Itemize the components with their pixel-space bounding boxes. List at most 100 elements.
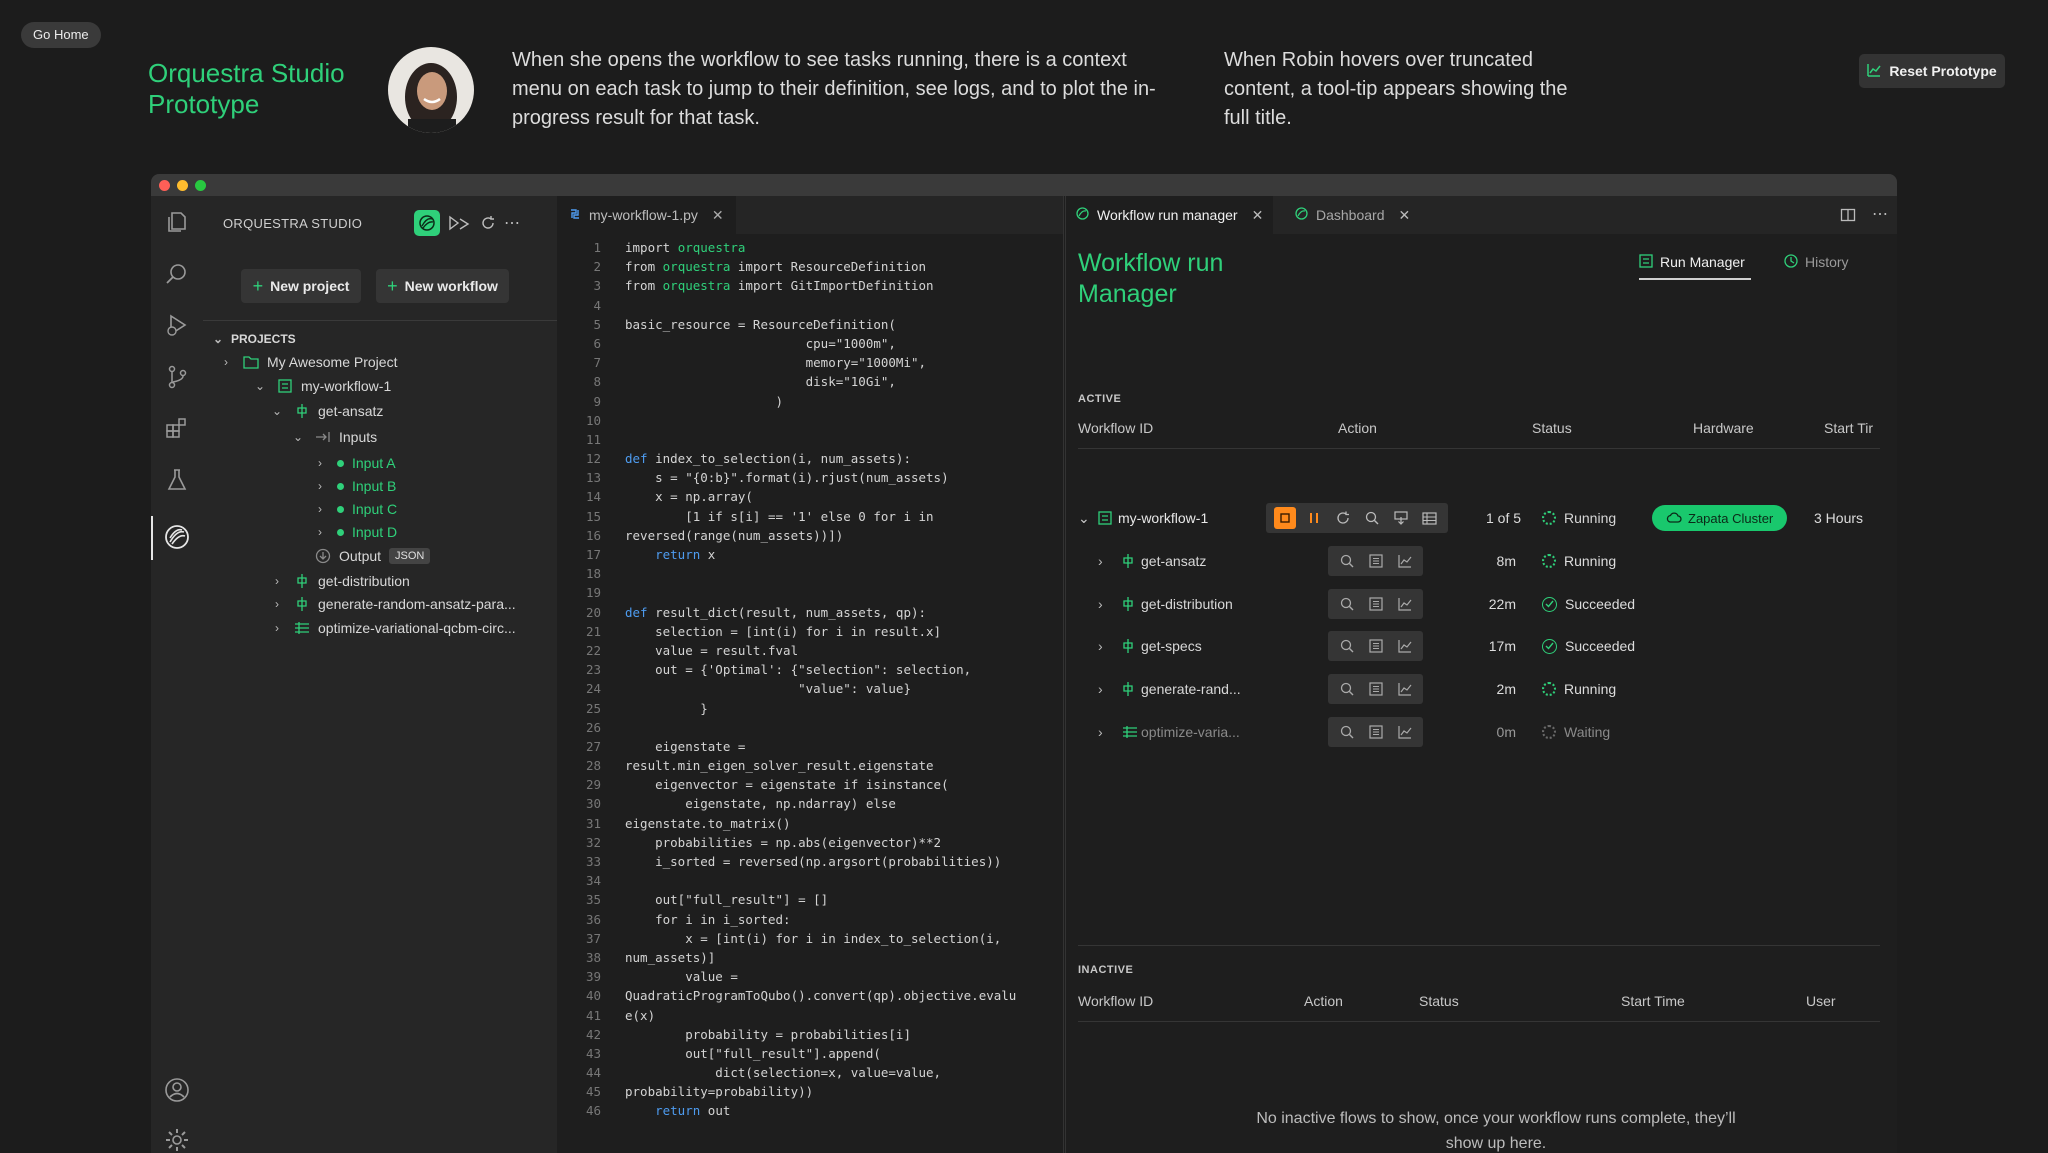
maximize-window-icon[interactable] <box>195 180 206 191</box>
code-line: 43 out["full_result"].append( <box>557 1044 1063 1063</box>
json-badge[interactable]: JSON <box>389 548 431 564</box>
workflow-run-name: my-workflow-1 <box>1118 510 1209 526</box>
tree-input-a[interactable]: › Input A <box>313 452 396 474</box>
chevron-right-icon: › <box>275 621 279 635</box>
orquestra-icon[interactable] <box>163 523 191 551</box>
line-number: 20 <box>585 604 601 620</box>
orquestra-tab-icon <box>1295 207 1308 223</box>
new-workflow-button[interactable]: + New workflow <box>376 269 509 303</box>
code-line: 14 x = np.array( <box>557 487 1063 506</box>
tree-inputs[interactable]: ⌄ Inputs <box>291 426 377 448</box>
code-line: 2 from orquestra import ResourceDefinitio… <box>557 257 1063 276</box>
python-file-icon <box>569 207 581 223</box>
active-tab-underline <box>1639 278 1751 280</box>
line-text: out["full_result"].append( <box>625 1045 881 1061</box>
line-number: 8 <box>593 374 601 390</box>
task-run-row[interactable]: › generate-rand... 2m Running <box>1066 669 1897 709</box>
workflow-run-row[interactable]: ⌄ my-workflow-1 1 of 5 Running Zapata Cl… <box>1066 498 1897 538</box>
task-run-row[interactable]: › optimize-varia... 0m Waiting <box>1066 712 1897 752</box>
line-text: QuadraticProgramToQubo().convert(qp).obj… <box>625 988 1017 1004</box>
hardware-badge[interactable]: Zapata Cluster <box>1652 505 1788 531</box>
line-number: 35 <box>585 892 601 908</box>
task-duration: 2m <box>1496 681 1516 697</box>
close-tab-icon[interactable]: ✕ <box>1252 207 1264 224</box>
tab-workflow-run-manager[interactable]: Workflow run manager ✕ <box>1066 196 1274 234</box>
task-run-row[interactable]: › get-distribution 22m Succeeded <box>1066 584 1897 624</box>
code-line: 32 probabilities = np.abs(eigenvector)**… <box>557 833 1063 852</box>
more-actions-icon[interactable]: ⋯ <box>1872 204 1888 224</box>
active-section-label: ACTIVE <box>1078 393 1122 405</box>
line-text: } <box>625 700 708 716</box>
close-tab-icon[interactable]: ✕ <box>712 207 724 224</box>
chevron-down-icon[interactable]: ⌄ <box>1078 498 1090 538</box>
explorer-sidebar: ORQUESTRA STUDIO ⋯ + New project + New w… <box>203 196 557 1153</box>
task-run-row[interactable]: › get-ansatz 8m Running <box>1066 541 1897 581</box>
close-window-icon[interactable] <box>159 180 170 191</box>
more-icon[interactable]: ⋯ <box>499 210 525 236</box>
close-tab-icon[interactable]: ✕ <box>1399 207 1411 224</box>
stop-button[interactable] <box>1270 503 1299 533</box>
code-line: 8 disk="10Gi", <box>557 372 1063 391</box>
download-results-icon[interactable] <box>1386 503 1415 533</box>
tree-task-generate-random[interactable]: › generate-random-ansatz-para... <box>270 593 516 615</box>
tree-input-b[interactable]: › Input B <box>313 475 396 497</box>
reset-prototype-button[interactable]: Reset Prototype <box>1859 54 2005 88</box>
tree-task-get-distribution[interactable]: › get-distribution <box>270 570 410 592</box>
code-line: 22 value = result.fval <box>557 641 1063 660</box>
line-text: dict(selection=x, value=value, <box>625 1065 942 1081</box>
tree-input-c[interactable]: › Input C <box>313 498 397 520</box>
code-line: 42 probability = probabilities[i] <box>557 1025 1063 1044</box>
tree-task-optimize[interactable]: › optimize-variational-qcbm-circ... <box>270 617 516 639</box>
inspect-search-icon[interactable] <box>1357 503 1386 533</box>
tab-history[interactable]: History <box>1784 248 1849 276</box>
inactive-section-label: INACTIVE <box>1078 964 1134 976</box>
run-debug-icon[interactable] <box>163 311 191 339</box>
task-name: get-ansatz <box>318 403 384 419</box>
tab-dashboard[interactable]: Dashboard ✕ <box>1285 196 1420 234</box>
source-control-icon[interactable] <box>163 363 191 391</box>
status-label: Running <box>1564 553 1617 569</box>
status-dot-icon <box>337 459 344 467</box>
projects-section-header[interactable]: ⌄ PROJECTS <box>211 328 296 350</box>
search-icon[interactable] <box>163 260 191 288</box>
tree-input-d[interactable]: › Input D <box>313 521 397 543</box>
minimize-window-icon[interactable] <box>177 180 188 191</box>
orquestra-logo-icon[interactable] <box>414 210 440 236</box>
run-workflow-icon[interactable] <box>447 210 473 236</box>
status-dot-icon <box>337 505 344 513</box>
code-line: 26 <box>557 718 1063 737</box>
account-icon[interactable] <box>163 1076 191 1104</box>
code-line: 39 value = <box>557 967 1063 986</box>
pause-icon[interactable] <box>1299 503 1328 533</box>
loop-task-icon <box>294 620 310 636</box>
tree-project[interactable]: › My Awesome Project <box>219 351 397 373</box>
output-label: Output <box>339 548 382 564</box>
task-duration: 8m <box>1496 553 1516 569</box>
restart-icon[interactable] <box>1328 503 1357 533</box>
code-area[interactable]: 1 import orquestra 2 from orquestra import … <box>557 238 1063 1121</box>
table-view-icon[interactable] <box>1415 503 1444 533</box>
new-workflow-label: New workflow <box>404 278 498 294</box>
split-editor-icon[interactable] <box>1840 207 1856 228</box>
extensions-icon[interactable] <box>163 414 191 442</box>
tab-run-manager[interactable]: Run Manager <box>1639 248 1745 276</box>
new-project-button[interactable]: + New project <box>241 269 361 303</box>
task-duration: 22m <box>1488 596 1516 612</box>
chevron-right-icon: › <box>318 456 322 470</box>
task-icon <box>294 573 310 589</box>
tree-task-get-ansatz[interactable]: ⌄ get-ansatz <box>270 400 383 422</box>
tab-my-workflow-py[interactable]: my-workflow-1.py ✕ <box>557 196 736 234</box>
files-icon[interactable] <box>163 208 191 236</box>
code-line: 10 <box>557 411 1063 430</box>
tree-workflow[interactable]: ⌄ my-workflow-1 <box>253 375 391 397</box>
task-run-row[interactable]: › get-specs 17m Succeeded <box>1066 626 1897 666</box>
col-action: Action <box>1338 420 1377 436</box>
workflow-actions <box>1266 503 1448 533</box>
go-home-button[interactable]: Go Home <box>21 22 101 48</box>
refresh-icon[interactable] <box>475 210 501 236</box>
settings-gear-icon[interactable] <box>163 1126 191 1153</box>
code-line: 11 <box>557 430 1063 449</box>
testing-flask-icon[interactable] <box>163 466 191 494</box>
tree-output[interactable]: Output JSON <box>315 545 431 567</box>
project-name: My Awesome Project <box>267 354 398 370</box>
